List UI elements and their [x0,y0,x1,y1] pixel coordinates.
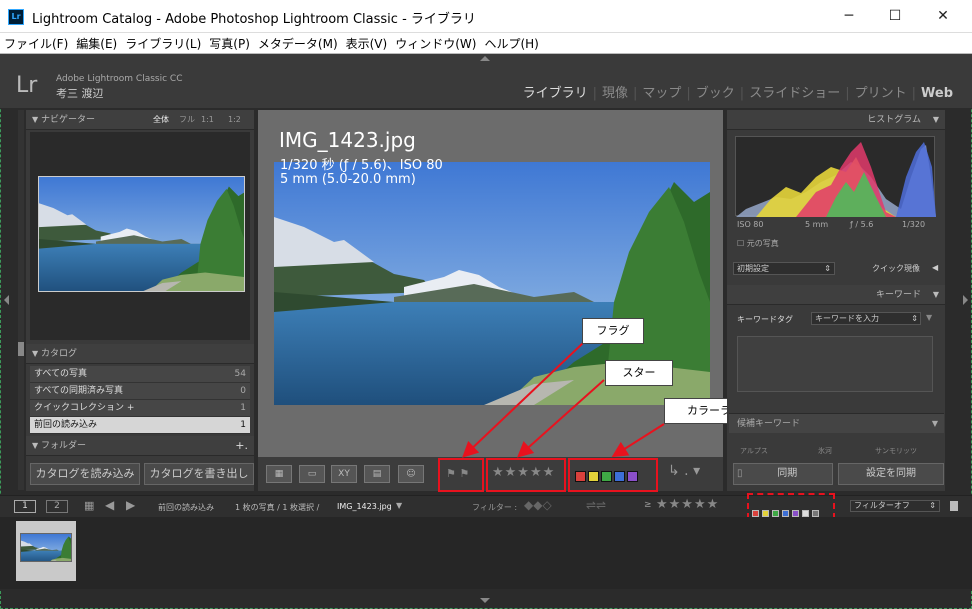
filmstrip [0,517,972,589]
callout-flag: フラグ [582,318,644,344]
forward-arrow-icon[interactable]: ▶ [126,498,135,512]
saved-preset-select[interactable]: 初期設定 ⇕ [733,262,835,275]
filter-color-custom[interactable] [802,510,809,517]
keyword-entry-select[interactable]: キーワードを入力 ⇕ [811,312,921,325]
filter-color-swatches[interactable] [752,502,832,517]
filter-color-blue[interactable] [782,510,789,517]
filter-color-green[interactable] [772,510,779,517]
original-photo-checkbox[interactable]: ☐ 元の写真 [737,238,779,249]
keyword-title: キーワード [875,290,921,300]
back-arrow-icon[interactable]: ◀ [105,498,114,512]
histogram-graph[interactable] [735,136,936,217]
filter-color-red[interactable] [752,510,759,517]
filter-star-rating[interactable]: ★★★★★ [656,497,719,512]
sync-settings-button[interactable]: 設定を同期 [838,463,944,485]
file-dropdown-icon[interactable]: ▼ [396,501,402,510]
histogram-header[interactable]: ヒストグラム ▼ [727,110,945,130]
filter-flag-icons[interactable]: ◆◆◇ [524,498,552,512]
filter-color-none[interactable] [812,510,819,517]
keyword-suggestions-header[interactable]: 候補キーワード ▼ [729,413,944,433]
callout-star: スター [605,360,673,386]
suggested-keyword-2[interactable]: 氷河 [818,446,832,456]
filter-gte[interactable]: ≥ [644,500,652,510]
filmstrip-thumbnail-cell[interactable] [16,521,76,581]
filter-edit-icons[interactable]: ⇌⇌ [586,498,606,512]
suggested-keyword-1[interactable]: アルプス [740,446,768,456]
selected-file-name[interactable]: IMG_1423.jpg [337,502,392,511]
suggested-keyword-3[interactable]: サンモリッツ [875,446,917,456]
grid-small-icon[interactable]: ▦ [84,499,94,512]
histogram-title: ヒストグラム [867,115,921,125]
photo-count-info: 1 枚の写真 / 1 枚選択 / [235,503,320,512]
keyword-header[interactable]: キーワード ▼ [727,285,945,305]
filter-color-yellow[interactable] [762,510,769,517]
primary-window-button[interactable]: 1 [14,500,36,513]
hist-aperture: ƒ / 5.6 [850,220,874,229]
quick-develop-title[interactable]: クイック現像 [872,263,920,274]
source-label[interactable]: 前回の読み込み [158,502,214,513]
quick-develop-collapse-icon[interactable]: ◀ [932,263,938,272]
hist-iso: ISO 80 [737,220,764,229]
collapse-bottom-arrow-icon[interactable] [480,598,490,603]
filter-preset-select[interactable]: フィルターオフ ⇕ [850,500,940,512]
sync-metadata-button[interactable]: ▯ 同期 [733,463,833,485]
hist-focal: 5 mm [805,220,829,229]
secondary-window-button[interactable]: 2 [46,500,68,513]
keyword-tag-label: キーワードタグ [737,315,793,324]
keyword-tag-collapse-icon[interactable]: ▼ [926,313,932,322]
filmstrip-thumbnail[interactable] [20,533,72,562]
hist-shutter: 1/320 [902,220,926,229]
keyword-tags-area[interactable] [737,336,933,392]
filter-lock-icon[interactable] [950,501,958,511]
filter-label: フィルター : [472,503,518,512]
filter-color-purple[interactable] [792,510,799,517]
